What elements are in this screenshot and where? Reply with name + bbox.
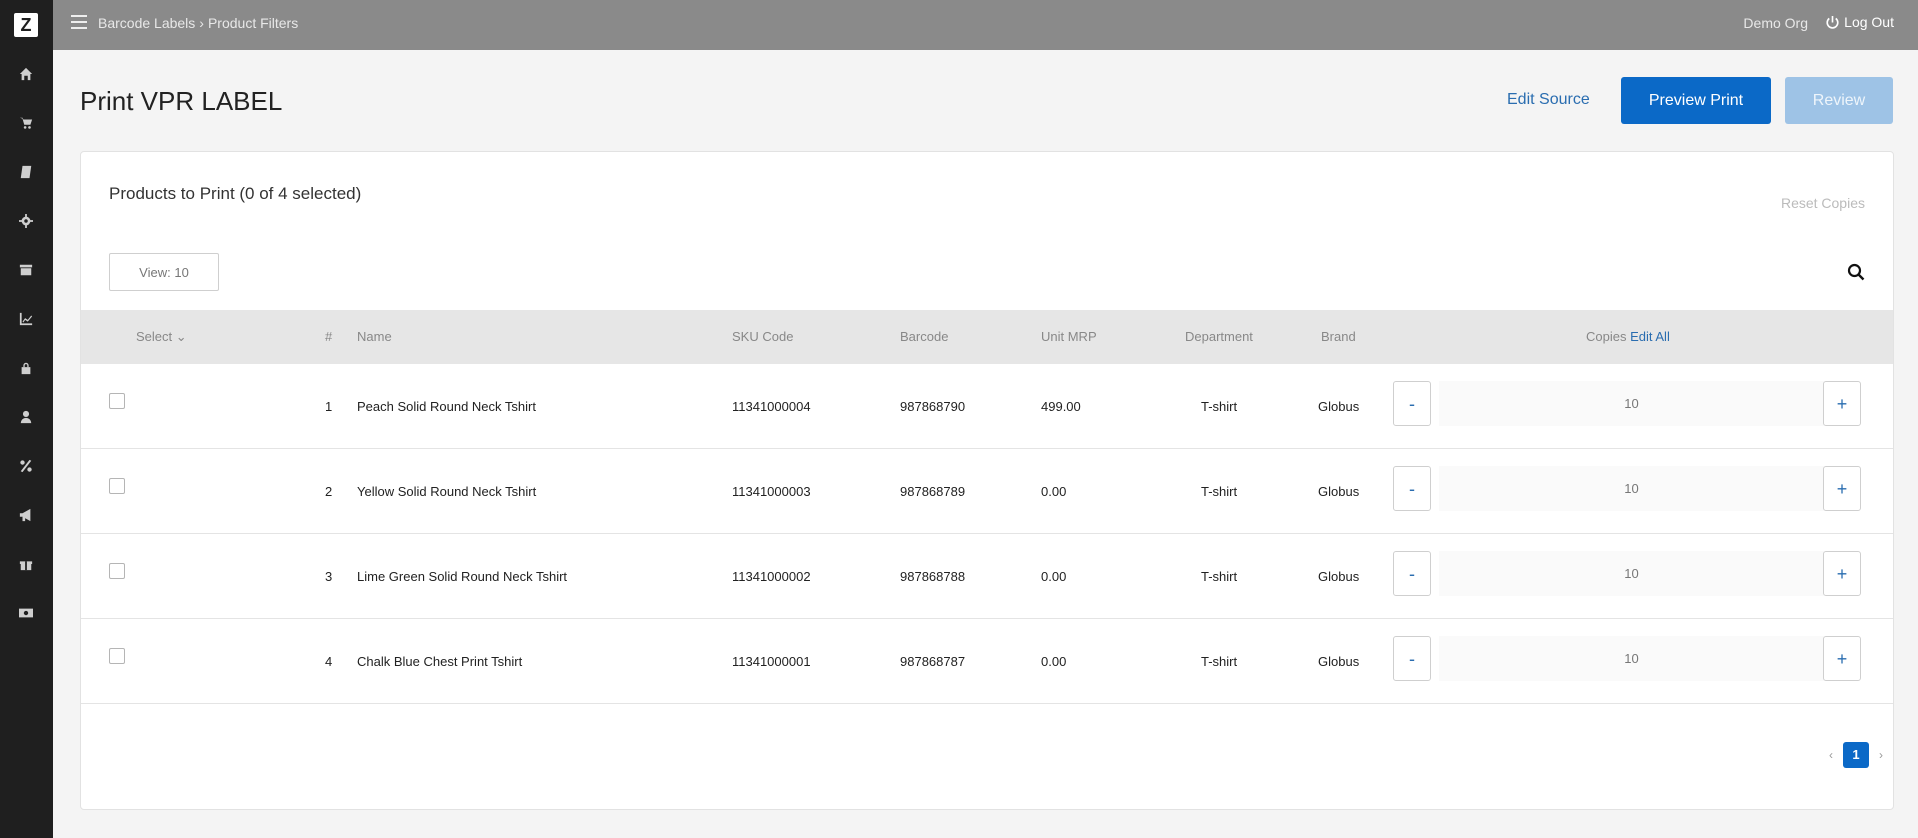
home-icon[interactable]	[17, 65, 35, 83]
org-name[interactable]: Demo Org	[1743, 15, 1808, 31]
brand: Globus	[1318, 654, 1360, 669]
book-icon[interactable]	[17, 163, 35, 181]
card-title: Products to Print (0 of 4 selected)	[109, 184, 362, 203]
unit-mrp: 0.00	[1041, 569, 1067, 584]
search-icon[interactable]	[1847, 263, 1865, 281]
department: T-shirt	[1201, 569, 1238, 584]
increment-copies-button[interactable]: +	[1823, 636, 1861, 681]
pagination: ‹ 1 ›	[1829, 742, 1883, 768]
row-number: 2	[325, 484, 333, 499]
breadcrumb-separator: ›	[199, 15, 204, 31]
brand: Globus	[1318, 399, 1360, 414]
cash-icon[interactable]	[17, 604, 35, 622]
table-row: 3 Lime Green Solid Round Neck Tshirt 113…	[81, 534, 1893, 619]
col-department: Department	[1185, 329, 1253, 344]
row-checkbox[interactable]	[109, 563, 125, 579]
row-checkbox[interactable]	[109, 393, 125, 409]
col-copies: Copies Edit All	[1586, 329, 1670, 344]
col-sku: SKU Code	[732, 329, 794, 344]
app-logo[interactable]: Z	[14, 13, 38, 37]
product-name: Peach Solid Round Neck Tshirt	[357, 399, 536, 414]
department: T-shirt	[1201, 654, 1238, 669]
select-dropdown[interactable]: Select ⌄	[136, 329, 187, 345]
brand: Globus	[1318, 484, 1360, 499]
decrement-copies-button[interactable]: -	[1393, 636, 1431, 681]
top-bar: Barcode Labels › Product Filters Demo Org …	[53, 0, 1918, 50]
row-checkbox[interactable]	[109, 478, 125, 494]
table-header: Select ⌄ # Name SKU Code Barcode Unit MR…	[81, 310, 1893, 364]
chevron-down-icon: ⌄	[175, 329, 187, 344]
review-button[interactable]: Review	[1785, 77, 1893, 124]
copies-label: Copies	[1586, 329, 1627, 344]
increment-copies-button[interactable]: +	[1823, 381, 1861, 426]
power-icon	[1826, 15, 1839, 29]
products-card: Products to Print (0 of 4 selected) Rese…	[80, 151, 1894, 810]
col-name: Name	[357, 329, 392, 344]
row-number: 1	[325, 399, 333, 414]
col-barcode: Barcode	[900, 329, 949, 344]
page-number-current[interactable]: 1	[1843, 742, 1869, 768]
unit-mrp: 0.00	[1041, 654, 1067, 669]
barcode: 987868789	[900, 484, 966, 499]
increment-copies-button[interactable]: +	[1823, 466, 1861, 511]
table-row: 2 Yellow Solid Round Neck Tshirt 1134100…	[81, 449, 1893, 534]
megaphone-icon[interactable]	[17, 506, 35, 524]
col-brand: Brand	[1321, 329, 1356, 344]
user-icon[interactable]	[17, 408, 35, 426]
gear-icon[interactable]	[17, 212, 35, 230]
edit-all-link[interactable]: Edit All	[1630, 329, 1670, 344]
department: T-shirt	[1201, 484, 1238, 499]
gift-icon[interactable]	[17, 555, 35, 573]
next-page-button[interactable]: ›	[1879, 748, 1883, 762]
barcode: 987868788	[900, 569, 966, 584]
select-label: Select	[136, 329, 173, 344]
col-number: #	[325, 329, 333, 344]
sku-code: 11341000003	[732, 484, 811, 499]
row-number: 3	[325, 569, 333, 584]
chart-icon[interactable]	[17, 310, 35, 328]
brand: Globus	[1318, 569, 1360, 584]
row-number: 4	[325, 654, 333, 669]
breadcrumb: Barcode Labels › Product Filters	[98, 15, 298, 31]
sku-code: 11341000002	[732, 569, 811, 584]
table-row: 4 Chalk Blue Chest Print Tshirt 11341000…	[81, 619, 1893, 704]
table-row: 1 Peach Solid Round Neck Tshirt 11341000…	[81, 364, 1893, 449]
cart-icon[interactable]	[17, 114, 35, 132]
breadcrumb-product-filters: Product Filters	[207, 15, 299, 31]
breadcrumb-barcode-labels[interactable]: Barcode Labels	[98, 15, 195, 31]
preview-print-button[interactable]: Preview Print	[1621, 77, 1771, 124]
edit-source-link[interactable]: Edit Source	[1507, 91, 1590, 109]
copies-input[interactable]	[1439, 381, 1824, 426]
increment-copies-button[interactable]: +	[1823, 551, 1861, 596]
logout-link[interactable]: Log Out	[1826, 14, 1894, 30]
lock-icon[interactable]	[17, 359, 35, 377]
prev-page-button[interactable]: ‹	[1829, 748, 1833, 762]
barcode: 987868787	[900, 654, 966, 669]
page-title: Print VPR LABEL	[80, 86, 283, 116]
sku-code: 11341000004	[732, 399, 811, 414]
unit-mrp: 499.00	[1041, 399, 1081, 414]
inventory-icon[interactable]	[17, 261, 35, 279]
copies-input[interactable]	[1439, 551, 1824, 596]
product-name: Lime Green Solid Round Neck Tshirt	[357, 569, 568, 584]
copies-input[interactable]	[1439, 466, 1824, 511]
product-name: Chalk Blue Chest Print Tshirt	[357, 654, 523, 669]
view-count-button[interactable]: View: 10	[109, 253, 219, 291]
sidebar: Z	[0, 0, 53, 838]
copies-input[interactable]	[1439, 636, 1824, 681]
barcode: 987868790	[900, 399, 966, 414]
product-name: Yellow Solid Round Neck Tshirt	[357, 484, 537, 499]
row-checkbox[interactable]	[109, 648, 125, 664]
department: T-shirt	[1201, 399, 1238, 414]
reset-copies-link[interactable]: Reset Copies	[1781, 195, 1865, 211]
decrement-copies-button[interactable]: -	[1393, 381, 1431, 426]
unit-mrp: 0.00	[1041, 484, 1067, 499]
menu-icon[interactable]	[71, 15, 87, 29]
decrement-copies-button[interactable]: -	[1393, 466, 1431, 511]
decrement-copies-button[interactable]: -	[1393, 551, 1431, 596]
logout-label: Log Out	[1844, 14, 1894, 30]
col-unit-mrp: Unit MRP	[1041, 329, 1097, 344]
sku-code: 11341000001	[732, 654, 811, 669]
percent-icon[interactable]	[17, 457, 35, 475]
